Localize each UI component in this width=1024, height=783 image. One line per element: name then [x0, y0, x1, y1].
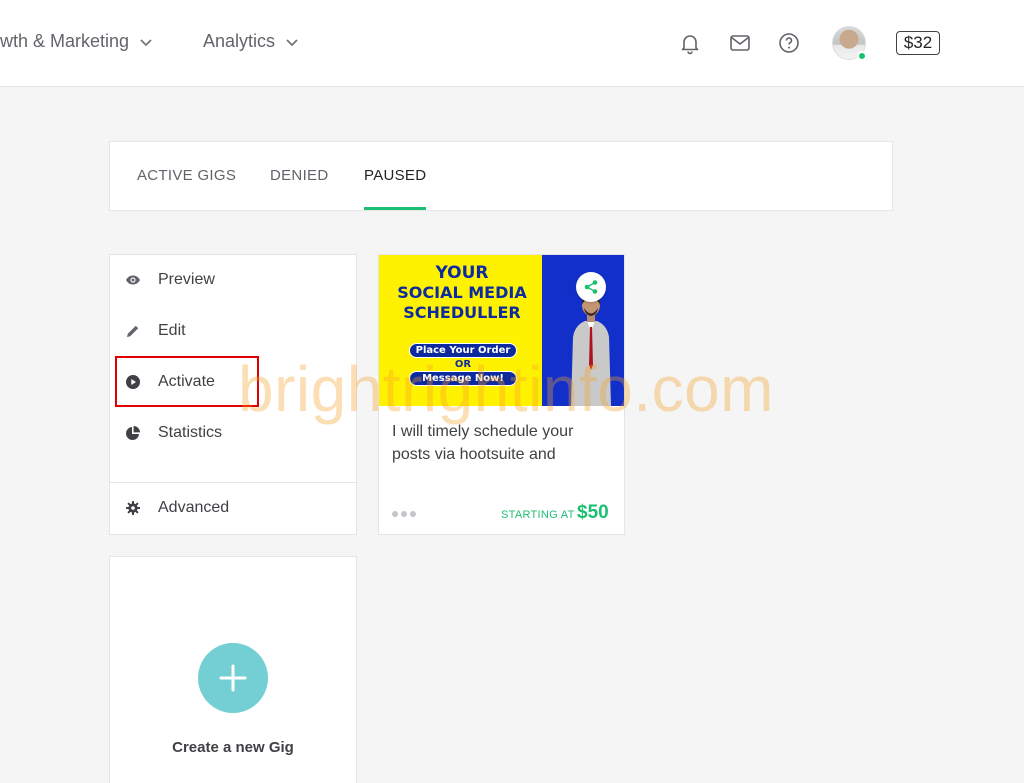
- create-gig-button[interactable]: [198, 643, 268, 713]
- tab-active-gigs[interactable]: ACTIVE GIGS: [137, 167, 236, 211]
- menu-item-edit[interactable]: Edit: [110, 311, 356, 351]
- thumbnail-cta-or: OR: [454, 359, 472, 370]
- chevron-down-icon: [140, 38, 152, 46]
- gig-title[interactable]: I will timely schedule your posts via ho…: [392, 420, 612, 466]
- plus-icon: [219, 664, 247, 692]
- menu-item-statistics-label: Statistics: [158, 424, 223, 441]
- menu-item-preview[interactable]: Preview: [110, 260, 356, 300]
- share-icon: [584, 280, 598, 294]
- menu-item-preview-label: Preview: [158, 271, 215, 288]
- tab-paused[interactable]: PAUSED: [364, 167, 427, 211]
- create-gig-card: Create a new Gig: [109, 556, 357, 783]
- menu-item-statistics[interactable]: Statistics: [110, 413, 356, 453]
- gig-thumbnail[interactable]: YOUR SOCIAL MEDIA SCHEDULLER Place Your …: [379, 255, 624, 406]
- starting-at-label: STARTING AT: [501, 509, 575, 521]
- gig-actions-menu: Preview Edit Activate Statistics Advance…: [109, 254, 357, 535]
- dot: [401, 511, 407, 517]
- gig-status-tabs: ACTIVE GIGS DENIED PAUSED: [109, 141, 893, 211]
- more-options-button[interactable]: [392, 511, 422, 517]
- top-navigation-bar: wth & Marketing Analytics $32: [0, 0, 1024, 87]
- avatar[interactable]: [832, 26, 867, 61]
- create-gig-label[interactable]: Create a new Gig: [110, 739, 356, 756]
- thumbnail-cta-message: Message Now!: [409, 371, 517, 386]
- nav-analytics-label: Analytics: [203, 31, 276, 51]
- play-circle-icon: [126, 375, 140, 389]
- bell-icon[interactable]: [678, 31, 702, 55]
- nav-analytics[interactable]: Analytics: [203, 31, 299, 52]
- gig-price: $50: [577, 502, 609, 523]
- help-icon[interactable]: [777, 31, 801, 55]
- pencil-icon: [127, 325, 139, 337]
- gear-icon: [126, 501, 140, 515]
- dot: [392, 511, 398, 517]
- eye-icon: [126, 275, 140, 285]
- thumbnail-cta: Place Your Order OR Message Now!: [409, 343, 517, 386]
- thumbnail-line-1: YOUR: [435, 263, 489, 283]
- thumbnail-cta-order: Place Your Order: [409, 343, 517, 358]
- nav-growth-marketing[interactable]: wth & Marketing: [0, 31, 153, 52]
- chevron-down-icon: [286, 38, 298, 46]
- menu-item-advanced-label: Advanced: [158, 499, 230, 516]
- thumbnail-headline: YOUR SOCIAL MEDIA SCHEDULLER: [383, 263, 541, 323]
- menu-item-activate[interactable]: Activate: [110, 362, 356, 402]
- thumbnail-line-2: SOCIAL MEDIA: [397, 283, 527, 302]
- mail-icon[interactable]: [728, 31, 752, 55]
- gig-card: YOUR SOCIAL MEDIA SCHEDULLER Place Your …: [378, 254, 625, 535]
- menu-divider: [110, 482, 356, 483]
- online-status-dot: [857, 51, 867, 61]
- nav-growth-marketing-label: wth & Marketing: [0, 31, 130, 51]
- menu-item-advanced[interactable]: Advanced: [110, 488, 356, 528]
- balance-badge[interactable]: $32: [896, 31, 940, 55]
- share-button[interactable]: [576, 272, 606, 302]
- dot: [410, 511, 416, 517]
- menu-item-activate-label: Activate: [158, 373, 215, 390]
- thumbnail-line-3: SCHEDULLER: [403, 303, 521, 322]
- menu-item-edit-label: Edit: [158, 322, 186, 339]
- tab-denied[interactable]: DENIED: [270, 167, 328, 211]
- pie-chart-icon: [126, 426, 140, 440]
